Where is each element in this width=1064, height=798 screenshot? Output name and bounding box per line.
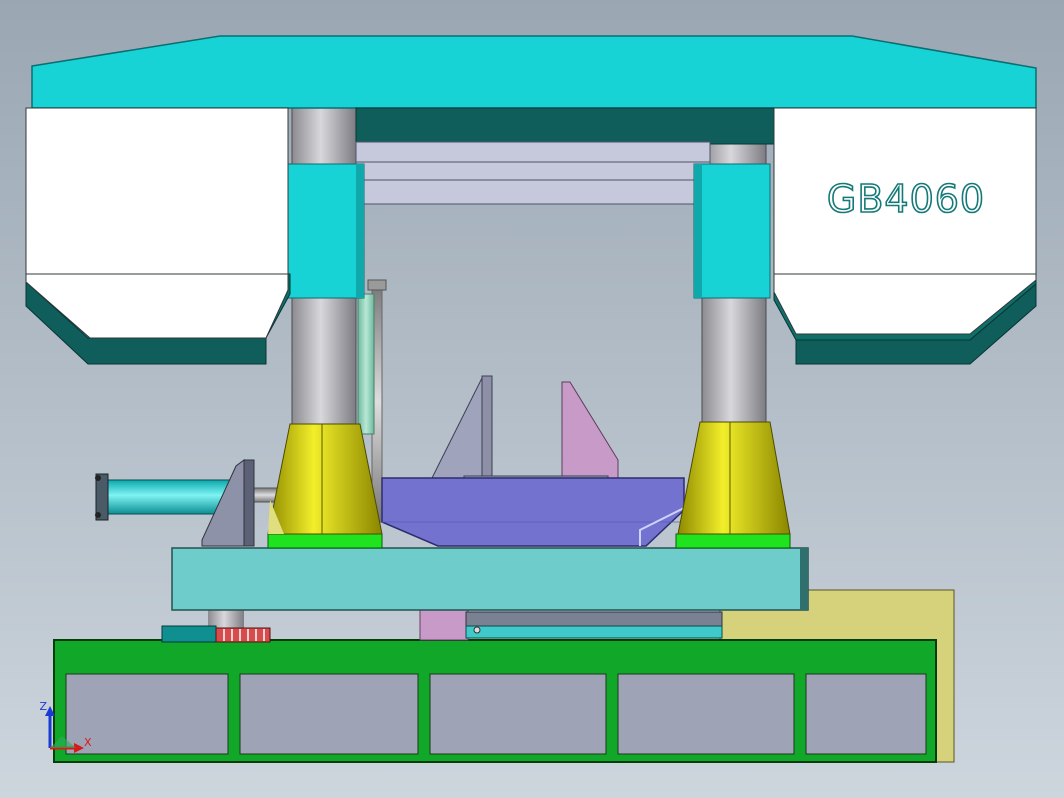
worktable-edge xyxy=(800,548,808,610)
cylinder-bolt xyxy=(95,512,101,518)
x-axis-label: X xyxy=(84,736,92,749)
band-saw-model: GB4060 Z X xyxy=(0,0,1064,798)
right-sleeve-shade xyxy=(694,164,702,298)
guide-cylinder xyxy=(357,293,375,435)
left-column-sleeve xyxy=(287,163,365,299)
blade-guide-arm xyxy=(355,141,711,205)
model-label: GB4060 xyxy=(827,177,985,221)
left-wheel-housing xyxy=(25,107,289,275)
cylinder-bolt xyxy=(95,475,101,481)
base-window xyxy=(617,673,795,755)
vise-body xyxy=(381,477,685,547)
left-collar xyxy=(161,625,217,643)
right-column-sleeve xyxy=(693,163,771,299)
pink-bracket xyxy=(419,607,469,641)
saw-frame-lower xyxy=(355,107,777,145)
worktable xyxy=(171,547,809,611)
turntable xyxy=(465,625,723,639)
left-sleeve-shade xyxy=(356,164,364,298)
left-column-base xyxy=(267,533,383,549)
hydraulic-cylinder xyxy=(101,479,233,515)
left-jaw-plate xyxy=(481,375,493,479)
bracket-plate xyxy=(243,459,255,547)
right-column-base xyxy=(675,533,791,549)
base-window xyxy=(239,673,419,755)
base-window xyxy=(429,673,607,755)
z-axis-label: Z xyxy=(39,700,47,713)
bolt xyxy=(473,626,481,634)
cad-viewport[interactable]: GB4060 Z X xyxy=(0,0,1064,798)
guide-rod-cap xyxy=(367,279,387,291)
saw-frame-top xyxy=(31,35,1037,109)
base-window xyxy=(805,673,927,755)
